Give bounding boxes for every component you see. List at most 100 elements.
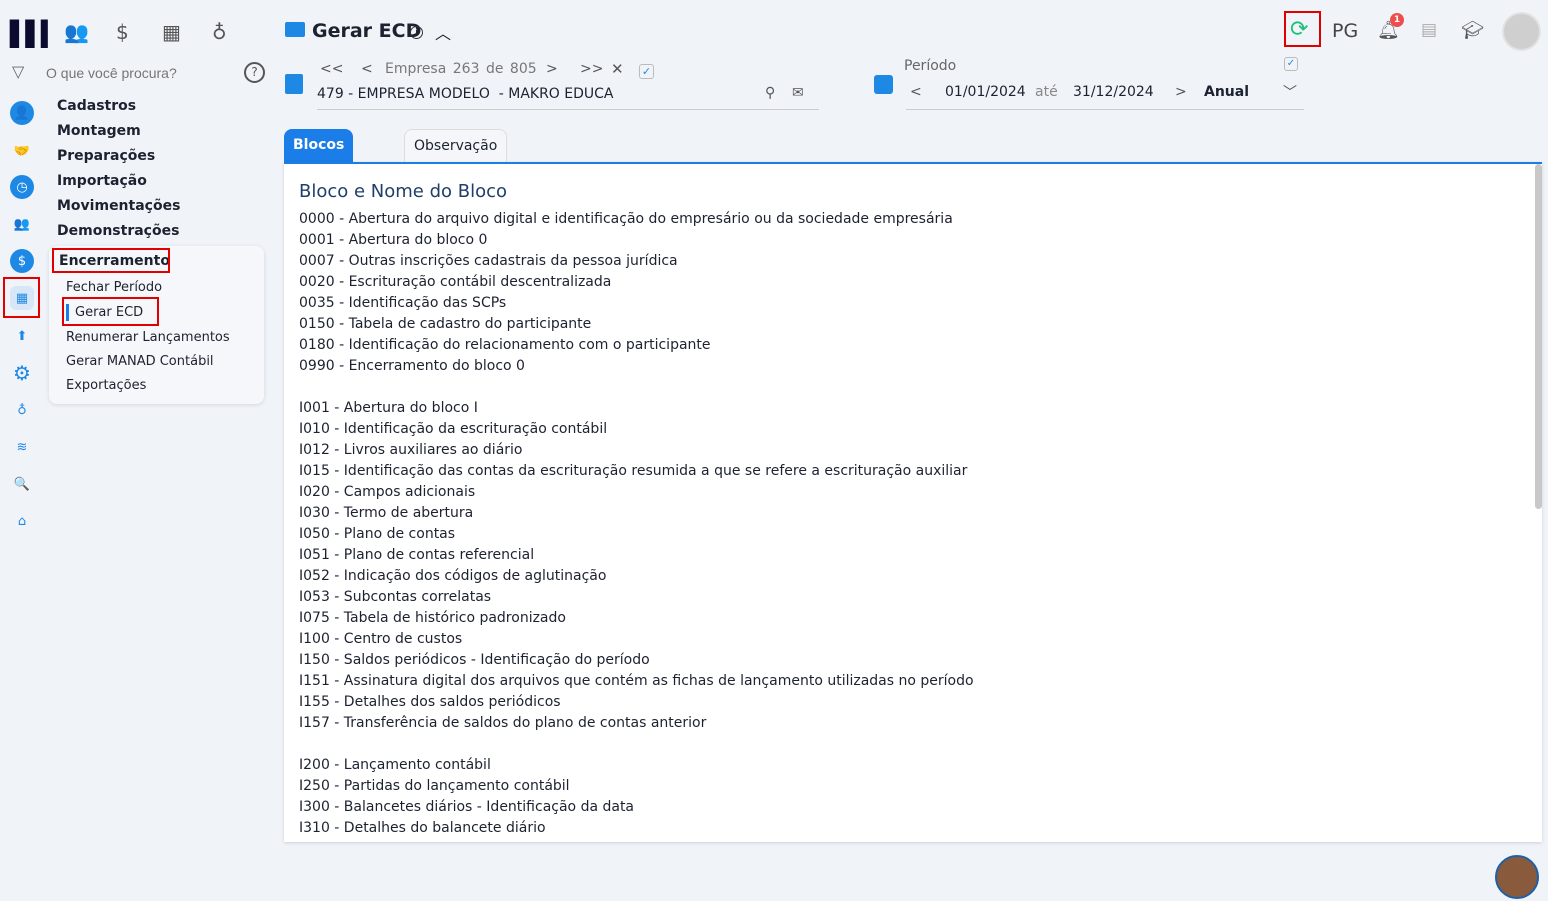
block-line: 0180 - Identificação do relacionamento c…: [299, 337, 711, 353]
layers-icon[interactable]: ≋: [10, 435, 34, 459]
last-button[interactable]: >>: [580, 61, 603, 77]
submenu-renumerar[interactable]: Renumerar Lançamentos: [66, 330, 230, 345]
mail-icon[interactable]: ✉: [792, 85, 804, 101]
clock-icon[interactable]: ◷: [10, 175, 34, 199]
search-company-icon[interactable]: ⚲: [765, 85, 775, 101]
gear-icon[interactable]: ⚙: [10, 361, 34, 385]
chevron-down-icon[interactable]: ﹀: [1283, 82, 1297, 102]
money-bag-icon[interactable]: ♁: [212, 20, 227, 44]
block-line: [299, 377, 974, 398]
help-icon[interactable]: ?: [244, 62, 265, 83]
people-icon[interactable]: 👥: [10, 212, 34, 236]
block-line: 0990 - Encerramento do bloco 0: [299, 358, 525, 374]
users-icon[interactable]: 👥: [64, 20, 89, 44]
dollar-circle-icon[interactable]: $: [10, 249, 34, 273]
monitor-icon: [285, 22, 305, 37]
avatar[interactable]: [1502, 12, 1541, 51]
company-underline: [317, 109, 819, 110]
block-line: I100 - Centro de custos: [299, 631, 463, 647]
menu-cadastros[interactable]: Cadastros: [57, 98, 136, 114]
submenu-manad[interactable]: Gerar MANAD Contábil: [66, 354, 214, 369]
tab-observacao[interactable]: Observação: [404, 129, 508, 162]
search-rail-icon[interactable]: 🔍: [10, 472, 34, 496]
period-checkbox[interactable]: ✓: [1284, 57, 1298, 71]
block-line: I050 - Plano de contas: [299, 526, 456, 542]
block-line: 0020 - Escrituração contábil descentrali…: [299, 274, 612, 290]
period-start[interactable]: 01/01/2024: [945, 84, 1026, 100]
scrollbar[interactable]: [1535, 164, 1542, 509]
app-logo: ▌▌▍: [10, 20, 59, 48]
graduation-cap-icon[interactable]: 🎓︎: [1461, 20, 1484, 41]
block-line: I310 - Detalhes do balancete diário: [299, 820, 546, 836]
clear-icon[interactable]: ✕: [611, 60, 624, 78]
blocks-panel: Bloco e Nome do Bloco 0000 - Abertura do…: [284, 162, 1542, 842]
home-icon[interactable]: ⌂: [10, 509, 34, 533]
company-name[interactable]: 479 - EMPRESA MODELO - MAKRO EDUCA: [317, 86, 614, 102]
tab-blocos[interactable]: Blocos da ECD: [284, 129, 354, 219]
blocks-list: 0000 - Abertura do arquivo digital e ide…: [299, 209, 974, 839]
search-input[interactable]: [46, 62, 236, 84]
block-line: I150 - Saldos periódicos - Identificação…: [299, 652, 650, 668]
company-current: 263: [452, 61, 480, 77]
block-line: 0001 - Abertura do bloco 0: [299, 232, 488, 248]
tax-icon[interactable]: ⬆: [10, 324, 34, 348]
menu-montagem[interactable]: Montagem: [57, 123, 141, 139]
company-total: 805: [509, 61, 537, 77]
block-line: I052 - Indicação dos códigos de aglutina…: [299, 568, 607, 584]
block-line: I300 - Balancetes diários - Identificaçã…: [299, 799, 635, 815]
block-line: 0007 - Outras inscrições cadastrais da p…: [299, 253, 678, 269]
menu-movimentacoes[interactable]: Movimentações: [57, 198, 180, 214]
menu-importacao[interactable]: Importação: [57, 173, 147, 189]
calculator-icon[interactable]: ▦: [162, 20, 181, 44]
assistant-avatar[interactable]: [1495, 855, 1539, 899]
prev-button[interactable]: <: [361, 61, 373, 77]
period-prev-button[interactable]: <: [910, 84, 922, 100]
chevron-up-icon[interactable]: ︿: [435, 20, 451, 44]
period-label: Período: [904, 58, 957, 74]
block-line: I001 - Abertura do bloco I: [299, 400, 478, 416]
calendar-icon: [874, 75, 893, 94]
company-counter: Empresa 263 de 805: [385, 61, 537, 77]
block-line: I053 - Subcontas correlatas: [299, 589, 492, 605]
block-line: I010 - Identificação da escrituração con…: [299, 421, 608, 437]
highlight-encerramento: [52, 248, 170, 273]
period-end[interactable]: 31/12/2024: [1073, 84, 1154, 100]
period-next-button[interactable]: >: [1175, 84, 1187, 100]
report-search-icon[interactable]: ▤: [1421, 20, 1437, 40]
submenu-fechar-periodo[interactable]: Fechar Período: [66, 280, 162, 295]
menu-demonstracoes[interactable]: Demonstrações: [57, 223, 179, 239]
building-icon: [285, 74, 303, 94]
next-button[interactable]: >: [546, 61, 558, 77]
money-bag-rail-icon[interactable]: ♁: [10, 398, 34, 422]
period-until: até: [1035, 84, 1058, 100]
block-line: I075 - Tabela de histórico padronizado: [299, 610, 566, 626]
period-type-select[interactable]: Anual: [1204, 84, 1249, 100]
block-line: I200 - Lançamento contábil: [299, 757, 491, 773]
block-line: I155 - Detalhes dos saldos periódicos: [299, 694, 561, 710]
page-title: Gerar ECD: [312, 20, 422, 42]
block-line: I012 - Livros auxiliares ao diário: [299, 442, 523, 458]
block-line: I020 - Campos adicionais: [299, 484, 476, 500]
block-line: [299, 734, 974, 755]
block-line: I030 - Termo de abertura: [299, 505, 474, 521]
block-line: I250 - Partidas do lançamento contábil: [299, 778, 570, 794]
handshake-icon[interactable]: 🤝: [10, 139, 34, 163]
info-icon[interactable]: i: [410, 26, 423, 39]
company-checkbox[interactable]: ✓: [639, 64, 654, 79]
block-line: I051 - Plano de contas referencial: [299, 547, 535, 563]
block-line: I015 - Identificação das contas da escri…: [299, 463, 968, 479]
highlight-rail: [3, 277, 40, 318]
user-initials[interactable]: PG: [1332, 20, 1358, 42]
filter-icon[interactable]: ▽: [12, 62, 24, 81]
first-button[interactable]: <<: [320, 61, 343, 77]
block-line: I151 - Assinatura digital dos arquivos q…: [299, 673, 974, 689]
menu-preparacoes[interactable]: Preparações: [57, 148, 155, 164]
block-line: 0035 - Identificação das SCPs: [299, 295, 507, 311]
content-heading: Bloco e Nome do Bloco: [299, 181, 508, 202]
submenu-exportacoes[interactable]: Exportações: [66, 378, 146, 393]
company-of: de: [485, 61, 504, 77]
company-nav-label: Empresa: [385, 61, 447, 77]
highlight-gerar-ecd: [62, 297, 159, 326]
dollar-icon[interactable]: $: [116, 20, 129, 44]
registry-icon[interactable]: 👤: [10, 101, 34, 125]
